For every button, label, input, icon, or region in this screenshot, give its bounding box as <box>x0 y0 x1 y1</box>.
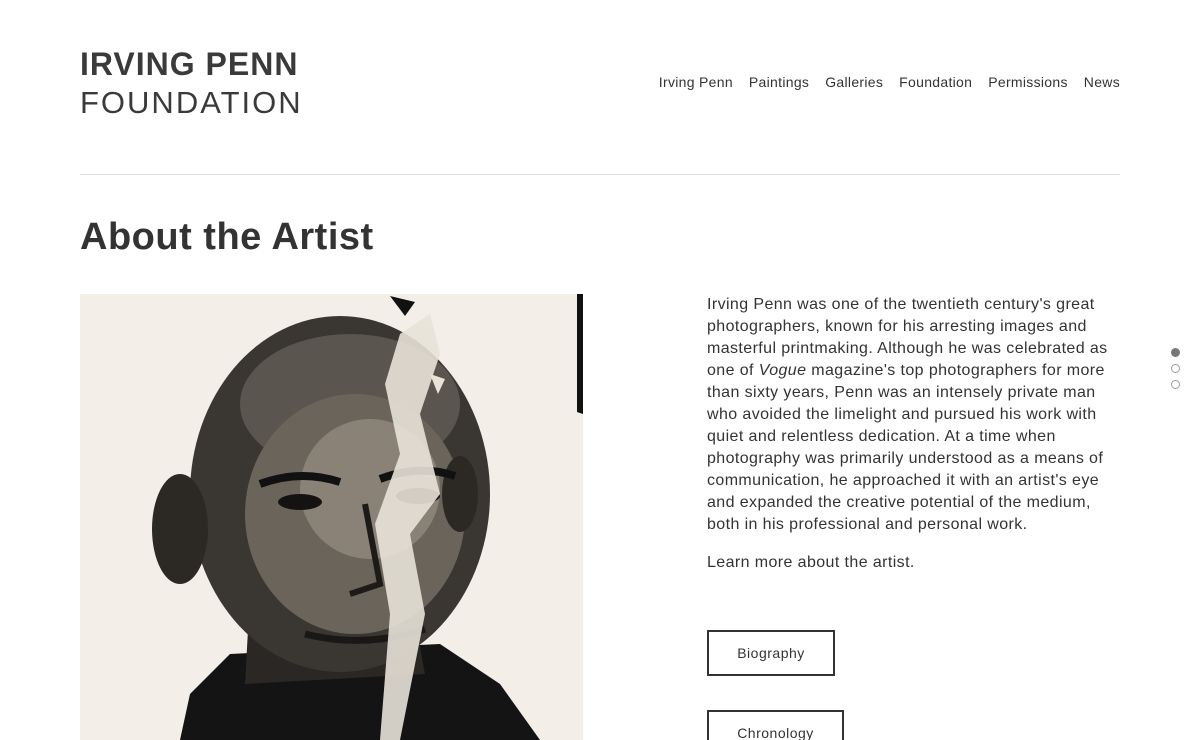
learn-more-text: Learn more about the artist. <box>707 554 915 571</box>
bio-paragraph: Irving Penn was one of the twentieth cen… <box>707 294 1127 536</box>
nav-item-foundation[interactable]: Foundation <box>899 74 972 90</box>
section-pager <box>1171 348 1180 389</box>
biography-button[interactable]: Biography <box>707 630 835 676</box>
nav-item-permissions[interactable]: Permissions <box>988 74 1068 90</box>
pager-dot-3[interactable] <box>1171 380 1180 389</box>
artist-portrait-image <box>80 294 583 740</box>
bio-magazine-name: Vogue <box>758 362 807 379</box>
nav-item-paintings[interactable]: Paintings <box>749 74 809 90</box>
foundation-logo[interactable]: IRVING PENN FOUNDATION <box>80 48 320 120</box>
chronology-button[interactable]: Chronology <box>707 710 844 740</box>
bio-text-end: magazine's top photographers for more th… <box>707 362 1105 533</box>
main-navigation: Irving Penn Paintings Galleries Foundati… <box>659 74 1120 90</box>
nav-item-galleries[interactable]: Galleries <box>825 74 883 90</box>
pager-dot-2[interactable] <box>1171 364 1180 373</box>
logo-line-name: IRVING PENN <box>80 46 299 82</box>
header-divider <box>80 174 1120 175</box>
page-title: About the Artist <box>80 216 374 258</box>
artist-bio: Irving Penn was one of the twentieth cen… <box>707 294 1127 590</box>
pager-dot-1[interactable] <box>1171 348 1180 357</box>
nav-item-news[interactable]: News <box>1084 74 1120 90</box>
logo-line-foundation: FOUNDATION <box>80 85 303 120</box>
nav-item-irving-penn[interactable]: Irving Penn <box>659 74 733 90</box>
